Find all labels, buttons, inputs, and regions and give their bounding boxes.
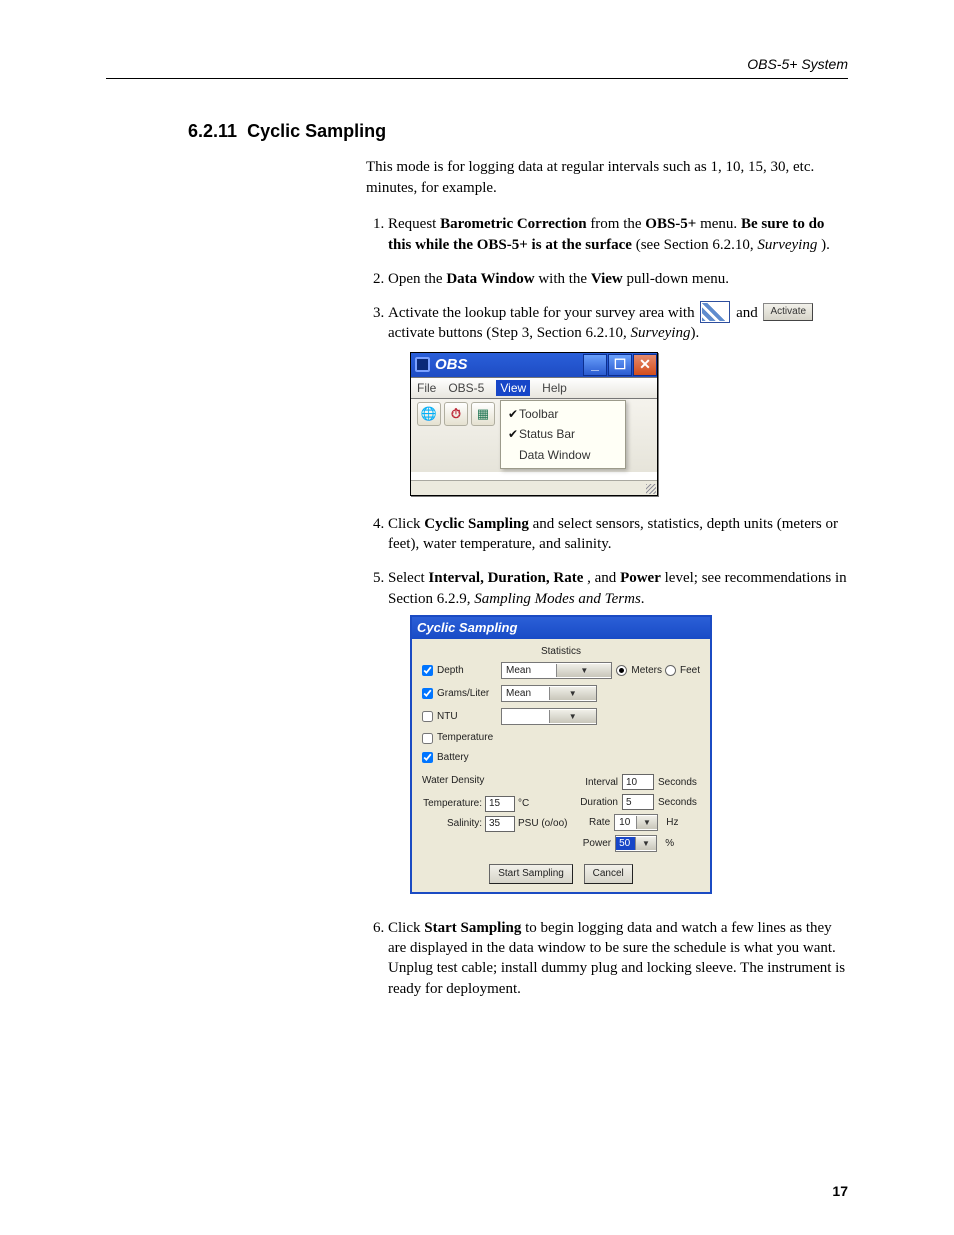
salinity-unit: PSU (o/oo) bbox=[518, 817, 567, 831]
menu-item-toolbar[interactable]: ✔Toolbar bbox=[507, 404, 619, 424]
running-header: OBS-5+ System bbox=[106, 56, 848, 72]
step-5: Select Interval, Duration, Rate , and Po… bbox=[388, 568, 848, 894]
maximize-icon[interactable]: ☐ bbox=[608, 354, 632, 376]
meters-radio[interactable] bbox=[616, 665, 627, 676]
depth-label: Depth bbox=[437, 664, 501, 678]
steps-list: Request Barometric Correction from the O… bbox=[366, 214, 848, 999]
interval-label: Interval bbox=[578, 776, 618, 790]
power-unit: % bbox=[665, 837, 700, 851]
statistics-label: Statistics bbox=[422, 645, 700, 659]
cancel-button[interactable]: Cancel bbox=[584, 864, 633, 884]
interval-unit: Seconds bbox=[658, 776, 700, 790]
menu-file[interactable]: File bbox=[417, 380, 436, 396]
figure-obs-window: OBS _ ☐ ✕ File OBS-5 View Help bbox=[410, 352, 658, 496]
activate-button-inline: Activate bbox=[763, 303, 813, 321]
chevron-down-icon: ▼ bbox=[549, 710, 597, 723]
salinity-input[interactable]: 35 bbox=[485, 816, 515, 832]
close-icon[interactable]: ✕ bbox=[633, 354, 657, 376]
obs-statusbar bbox=[411, 480, 657, 495]
ntu-checkbox[interactable] bbox=[422, 711, 433, 722]
temp-unit: °C bbox=[518, 797, 529, 811]
temperature-checkbox[interactable] bbox=[422, 733, 433, 744]
clock-icon[interactable]: ⏱ bbox=[444, 402, 468, 426]
water-density-label: Water Density bbox=[422, 774, 578, 788]
depth-units: Meters Feet bbox=[616, 664, 700, 678]
power-select[interactable]: 50▼ bbox=[615, 835, 657, 852]
ntu-label: NTU bbox=[437, 710, 501, 724]
obs-menubar: File OBS-5 View Help bbox=[411, 377, 657, 399]
depth-checkbox[interactable] bbox=[422, 665, 433, 676]
window-buttons: _ ☐ ✕ bbox=[582, 354, 657, 376]
page-number: 17 bbox=[832, 1183, 848, 1199]
step-6: Click Start Sampling to begin logging da… bbox=[388, 918, 848, 999]
chevron-down-icon: ▼ bbox=[636, 816, 658, 829]
salinity-input-label: Salinity: bbox=[422, 817, 482, 831]
tool-icon-1[interactable]: 🌐 bbox=[417, 402, 441, 426]
section-lead: This mode is for logging data at regular… bbox=[366, 157, 848, 198]
grid-icon[interactable]: ▦ bbox=[471, 402, 495, 426]
feet-radio[interactable] bbox=[665, 665, 676, 676]
obs-toolbar-row: 🌐 ⏱ ▦ ✔Toolbar ✔Status Bar Data Window bbox=[411, 399, 657, 472]
battery-label: Battery bbox=[437, 751, 501, 765]
step-2: Open the Data Window with the View pull-… bbox=[388, 269, 848, 289]
step-4: Click Cyclic Sampling and select sensors… bbox=[388, 514, 848, 555]
duration-label: Duration bbox=[578, 796, 618, 810]
figure-cyclic-dialog: Cyclic Sampling Statistics Depth Mean▼ M… bbox=[410, 615, 712, 894]
section-title: Cyclic Sampling bbox=[247, 121, 386, 141]
lookup-table-icon bbox=[700, 301, 730, 323]
chevron-down-icon: ▼ bbox=[635, 837, 657, 850]
rate-select[interactable]: 10▼ bbox=[614, 814, 658, 831]
menu-view[interactable]: View bbox=[496, 380, 530, 396]
menu-obs5[interactable]: OBS-5 bbox=[448, 380, 484, 396]
gramsliter-checkbox[interactable] bbox=[422, 688, 433, 699]
chevron-down-icon: ▼ bbox=[549, 687, 597, 700]
duration-unit: Seconds bbox=[658, 796, 700, 810]
menu-help[interactable]: Help bbox=[542, 380, 567, 396]
rate-unit: Hz bbox=[666, 816, 700, 830]
view-dropdown: ✔Toolbar ✔Status Bar Data Window bbox=[500, 400, 626, 469]
duration-input[interactable]: 5 bbox=[622, 794, 654, 810]
section-heading: 6.2.11 Cyclic Sampling bbox=[188, 121, 848, 142]
gramsliter-stat-select[interactable]: Mean▼ bbox=[501, 685, 597, 702]
chevron-down-icon: ▼ bbox=[556, 664, 611, 677]
obs-app-icon bbox=[415, 357, 430, 372]
menu-item-datawindow[interactable]: Data Window bbox=[507, 445, 619, 465]
obs-title-text: OBS bbox=[435, 355, 468, 375]
gramsliter-label: Grams/Liter bbox=[437, 687, 501, 701]
rate-label: Rate bbox=[578, 816, 610, 830]
header-rule bbox=[106, 78, 848, 79]
step-1: Request Barometric Correction from the O… bbox=[388, 214, 848, 255]
water-density-group: Water Density Temperature: 15 °C Salinit… bbox=[422, 774, 578, 856]
step-3: Activate the lookup table for your surve… bbox=[388, 303, 848, 496]
temperature-input[interactable]: 15 bbox=[485, 796, 515, 812]
section-number: 6.2.11 bbox=[188, 121, 237, 141]
depth-stat-select[interactable]: Mean▼ bbox=[501, 662, 612, 679]
interval-input[interactable]: 10 bbox=[622, 774, 654, 790]
temp-input-label: Temperature: bbox=[422, 797, 482, 811]
power-label: Power bbox=[578, 837, 611, 851]
menu-item-statusbar[interactable]: ✔Status Bar bbox=[507, 424, 619, 444]
battery-checkbox[interactable] bbox=[422, 752, 433, 763]
minimize-icon[interactable]: _ bbox=[583, 354, 607, 376]
start-sampling-button[interactable]: Start Sampling bbox=[489, 864, 573, 884]
ntu-stat-select[interactable]: ▼ bbox=[501, 708, 597, 725]
timing-group: Interval 10 Seconds Duration 5 Seconds bbox=[578, 774, 700, 856]
temperature-label: Temperature bbox=[437, 731, 501, 745]
obs-titlebar: OBS _ ☐ ✕ bbox=[411, 353, 657, 377]
dialog-titlebar: Cyclic Sampling bbox=[412, 617, 710, 639]
